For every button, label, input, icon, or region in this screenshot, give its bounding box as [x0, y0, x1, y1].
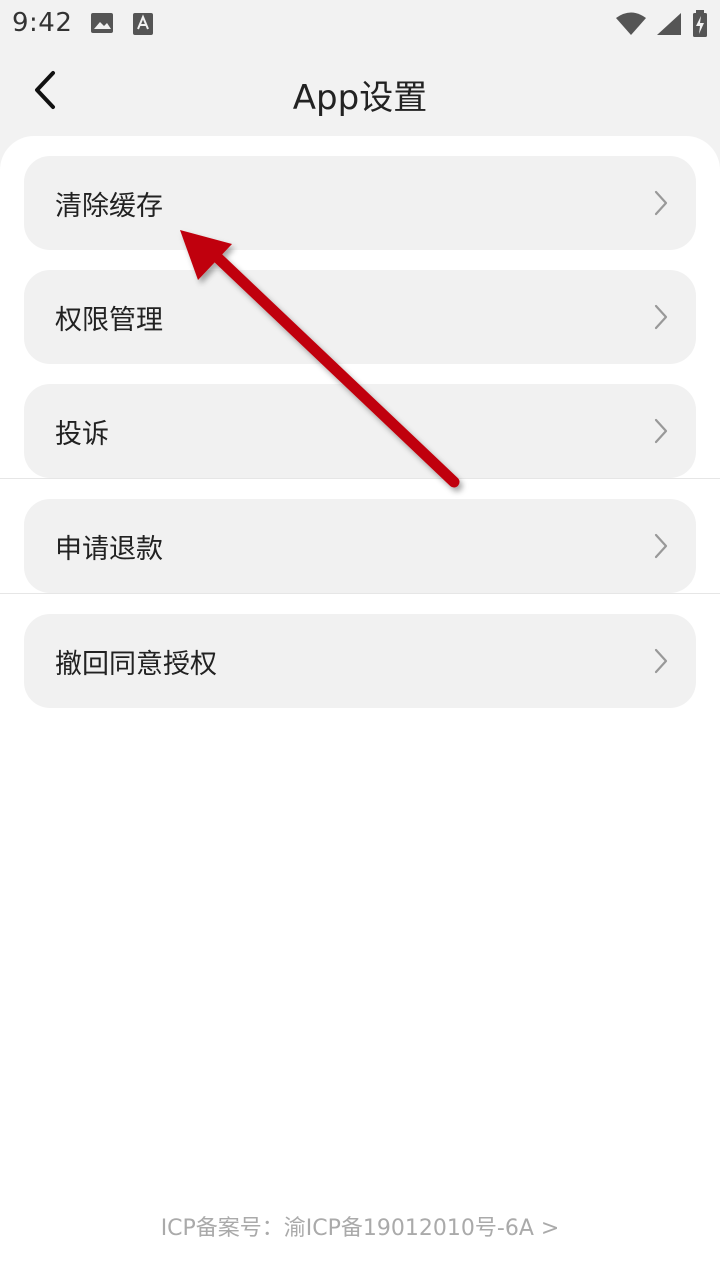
- menu-item-complaint[interactable]: 投诉: [24, 384, 696, 478]
- page-title: App设置: [292, 78, 428, 118]
- battery-charging-icon: [692, 10, 708, 42]
- settings-content: 清除缓存 权限管理 投诉 申请退款 撤回同意授权 ICP备案号：渝ICP备190…: [0, 136, 720, 1280]
- nav-bar: App设置: [0, 50, 720, 136]
- status-icons-right: [616, 10, 708, 42]
- divider: [0, 593, 720, 594]
- status-bar: 9:42: [0, 0, 720, 50]
- icp-link[interactable]: ICP备案号：渝ICP备19012010号-6A >: [0, 1210, 720, 1242]
- menu-item-refund-request[interactable]: 申请退款: [24, 499, 696, 593]
- image-icon: [90, 12, 114, 40]
- wifi-icon: [616, 12, 646, 40]
- menu-item-label: 申请退款: [55, 534, 163, 565]
- font-a-icon: [132, 12, 154, 40]
- chevron-right-icon: [650, 417, 670, 445]
- status-time: 9:42: [12, 8, 73, 38]
- menu-item-permission-management[interactable]: 权限管理: [24, 270, 696, 364]
- signal-icon: [656, 12, 682, 40]
- menu-item-label: 权限管理: [55, 305, 163, 336]
- chevron-right-icon: [650, 189, 670, 217]
- menu-item-revoke-consent[interactable]: 撤回同意授权: [24, 614, 696, 708]
- menu-item-label: 撤回同意授权: [55, 649, 217, 680]
- chevron-right-icon: [650, 303, 670, 331]
- status-icons-left: [90, 12, 154, 40]
- menu-item-clear-cache[interactable]: 清除缓存: [24, 156, 696, 250]
- chevron-right-icon: [650, 532, 670, 560]
- chevron-right-icon: [650, 647, 670, 675]
- divider: [0, 478, 720, 479]
- menu-item-label: 清除缓存: [55, 191, 163, 222]
- menu-item-label: 投诉: [55, 419, 109, 450]
